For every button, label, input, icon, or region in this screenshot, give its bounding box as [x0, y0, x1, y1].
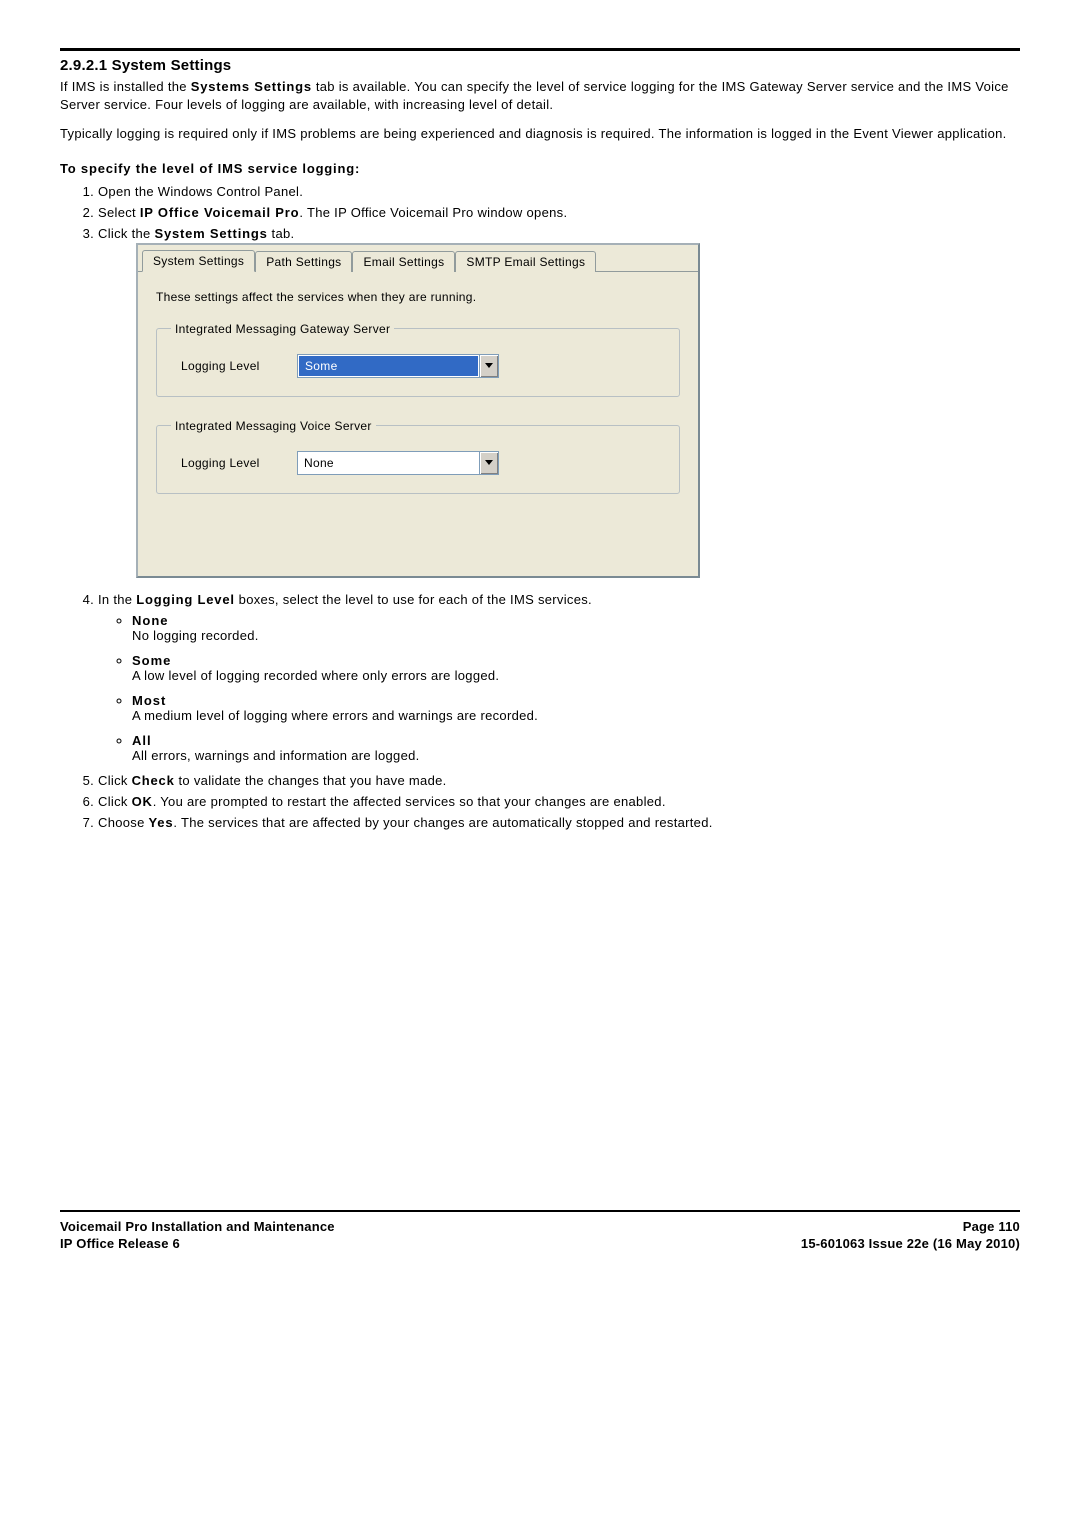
chevron-down-icon[interactable]: [479, 452, 498, 474]
footer-page-number: Page 110: [963, 1219, 1020, 1234]
dropdown-gateway-logging[interactable]: Some: [297, 354, 499, 378]
level-none-desc: No logging recorded.: [132, 628, 259, 643]
text-fragment: . The IP Office Voicemail Pro window ope…: [299, 205, 567, 220]
intro-paragraph-1: If IMS is installed the Systems Settings…: [60, 78, 1020, 113]
tab-smtp-email-settings[interactable]: SMTP Email Settings: [455, 251, 596, 272]
intro-paragraph-2: Typically logging is required only if IM…: [60, 125, 1020, 143]
bottom-rule: [60, 1210, 1020, 1212]
text-fragment: . The services that are affected by your…: [173, 815, 712, 830]
level-most: Most A medium level of logging where err…: [132, 693, 1020, 723]
text-fragment: Click: [98, 773, 132, 788]
row-voice-logging: Logging Level None: [171, 451, 665, 475]
step-7: Choose Yes. The services that are affect…: [98, 815, 1020, 830]
step-2: Select IP Office Voicemail Pro. The IP O…: [98, 205, 1020, 220]
top-rule: [60, 48, 1020, 51]
footer-product: IP Office Release 6: [60, 1236, 180, 1251]
text-fragment: to validate the changes that you have ma…: [175, 773, 447, 788]
footer-doc-title: Voicemail Pro Installation and Maintenan…: [60, 1219, 335, 1234]
level-some: Some A low level of logging recorded whe…: [132, 653, 1020, 683]
emphasis-system-settings: System Settings: [154, 226, 267, 241]
settings-dialog: System Settings Path Settings Email Sett…: [136, 243, 700, 578]
legend-voice-server: Integrated Messaging Voice Server: [171, 419, 376, 433]
text-fragment: Click the: [98, 226, 154, 241]
emphasis-ip-office-voicemail-pro: IP Office Voicemail Pro: [140, 205, 300, 220]
label-logging-level-2: Logging Level: [171, 456, 277, 470]
step-list: Open the Windows Control Panel. Select I…: [98, 184, 1020, 830]
level-none-name: None: [132, 613, 169, 628]
step-1: Open the Windows Control Panel.: [98, 184, 1020, 199]
text-fragment: Choose: [98, 815, 149, 830]
dialog-description: These settings affect the services when …: [156, 290, 680, 304]
text-fragment: In the: [98, 592, 136, 607]
section-title: 2.9.2.1 System Settings: [60, 57, 1020, 74]
chevron-down-icon[interactable]: [479, 355, 498, 377]
text-fragment: Click: [98, 794, 132, 809]
tab-email-settings[interactable]: Email Settings: [352, 251, 455, 272]
emphasis-ok: OK: [132, 794, 153, 809]
tab-system-settings[interactable]: System Settings: [142, 250, 255, 272]
dropdown-voice-value: None: [298, 452, 479, 474]
logging-level-list: None No logging recorded. Some A low lev…: [132, 613, 1020, 763]
emphasis-check: Check: [132, 773, 175, 788]
label-logging-level-1: Logging Level: [171, 359, 277, 373]
footer-right: Page 110 15-601063 Issue 22e (16 May 201…: [801, 1218, 1020, 1253]
dialog-body: These settings affect the services when …: [138, 272, 698, 576]
step-3: Click the System Settings tab. System Se…: [98, 226, 1020, 578]
level-all-desc: All errors, warnings and information are…: [132, 748, 420, 763]
footer-left: Voicemail Pro Installation and Maintenan…: [60, 1218, 335, 1253]
group-voice-server: Integrated Messaging Voice Server Loggin…: [156, 419, 680, 494]
dropdown-voice-logging[interactable]: None: [297, 451, 499, 475]
tab-path-settings[interactable]: Path Settings: [255, 251, 352, 272]
tab-bar: System Settings Path Settings Email Sett…: [138, 245, 698, 272]
text-fragment: boxes, select the level to use for each …: [235, 592, 592, 607]
emphasis-logging-level: Logging Level: [136, 592, 235, 607]
procedure-heading: To specify the level of IMS service logg…: [60, 161, 1020, 176]
emphasis-yes: Yes: [149, 815, 174, 830]
emphasis-systems-settings: Systems Settings: [191, 79, 312, 94]
text-fragment: Select: [98, 205, 140, 220]
group-gateway-server: Integrated Messaging Gateway Server Logg…: [156, 322, 680, 397]
level-some-desc: A low level of logging recorded where on…: [132, 668, 499, 683]
level-all-name: All: [132, 733, 152, 748]
step-4: In the Logging Level boxes, select the l…: [98, 592, 1020, 763]
legend-gateway-server: Integrated Messaging Gateway Server: [171, 322, 394, 336]
level-most-name: Most: [132, 693, 166, 708]
text-fragment: If IMS is installed the: [60, 79, 191, 94]
step-6: Click OK. You are prompted to restart th…: [98, 794, 1020, 809]
page-footer: Voicemail Pro Installation and Maintenan…: [60, 1218, 1020, 1253]
document-page: 2.9.2.1 System Settings If IMS is instal…: [0, 0, 1080, 1293]
footer-doc-id: 15-601063 Issue 22e (16 May 2010): [801, 1236, 1020, 1251]
dropdown-gateway-value: Some: [299, 356, 478, 376]
level-most-desc: A medium level of logging where errors a…: [132, 708, 538, 723]
level-some-name: Some: [132, 653, 171, 668]
text-fragment: . You are prompted to restart the affect…: [153, 794, 666, 809]
row-gateway-logging: Logging Level Some: [171, 354, 665, 378]
level-none: None No logging recorded.: [132, 613, 1020, 643]
level-all: All All errors, warnings and information…: [132, 733, 1020, 763]
step-5: Click Check to validate the changes that…: [98, 773, 1020, 788]
text-fragment: tab.: [268, 226, 295, 241]
